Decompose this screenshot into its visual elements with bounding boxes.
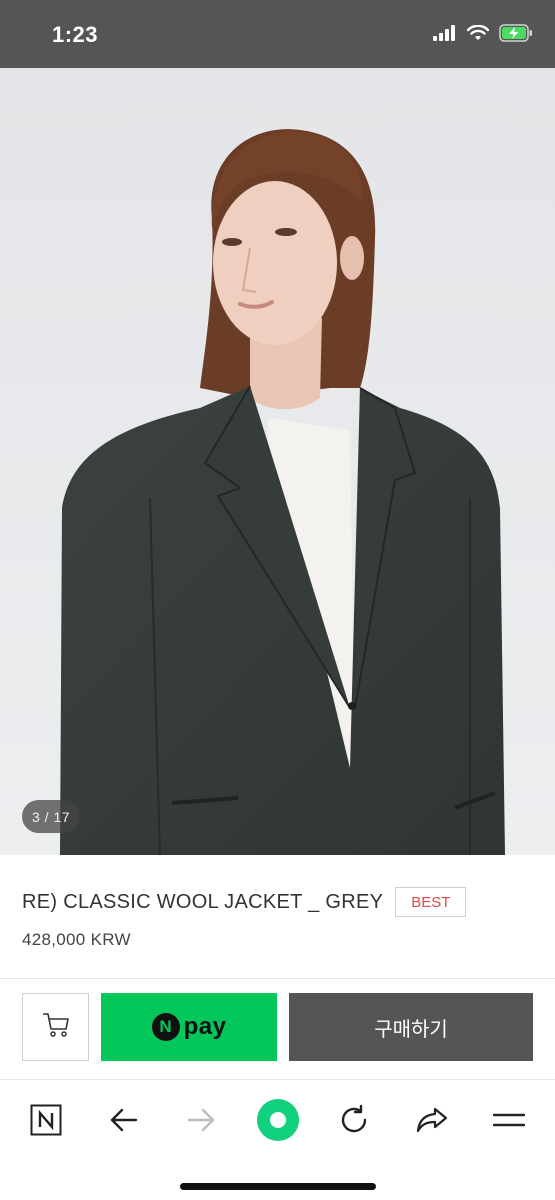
signal-icon bbox=[433, 25, 457, 46]
product-image[interactable] bbox=[0, 68, 555, 855]
image-counter: 3 / 17 bbox=[22, 800, 80, 833]
back-arrow-icon[interactable] bbox=[100, 1096, 148, 1144]
product-price: 428,000 KRW bbox=[22, 930, 131, 949]
menu-icon[interactable] bbox=[485, 1096, 533, 1144]
reload-icon[interactable] bbox=[330, 1096, 378, 1144]
naver-home-icon[interactable] bbox=[22, 1096, 70, 1144]
wifi-icon bbox=[466, 24, 490, 46]
product-title: RE) CLASSIC WOOL JACKET _ GREY bbox=[22, 890, 384, 913]
forward-arrow-icon[interactable] bbox=[177, 1096, 225, 1144]
buy-button[interactable]: 구매하기 bbox=[289, 993, 533, 1061]
action-bar: N pay 구매하기 bbox=[0, 978, 555, 1080]
browser-toolbar bbox=[0, 1080, 555, 1200]
product-page: 1:23 3 / 17 RE) CLASSIC WOOL JACKET _ GR… bbox=[0, 0, 555, 1200]
npay-label: pay bbox=[183, 1013, 227, 1040]
best-badge: BEST bbox=[395, 887, 467, 917]
title-row: RE) CLASSIC WOOL JACKET _ GREY BEST bbox=[22, 887, 467, 917]
npay-logo: N bbox=[151, 1013, 180, 1041]
cart-button[interactable] bbox=[22, 993, 89, 1061]
status-time: 1:23 bbox=[52, 22, 99, 47]
share-icon[interactable] bbox=[408, 1096, 456, 1144]
home-indicator bbox=[180, 1183, 376, 1190]
status-bar: 1:23 bbox=[0, 0, 555, 68]
status-icons bbox=[433, 24, 533, 47]
cart-icon bbox=[41, 1011, 71, 1044]
battery-charging-icon bbox=[499, 24, 533, 47]
product-info: RE) CLASSIC WOOL JACKET _ GREY BEST 428,… bbox=[0, 855, 555, 978]
npay-button[interactable]: N pay bbox=[101, 993, 277, 1061]
green-dot-icon[interactable] bbox=[254, 1096, 302, 1144]
